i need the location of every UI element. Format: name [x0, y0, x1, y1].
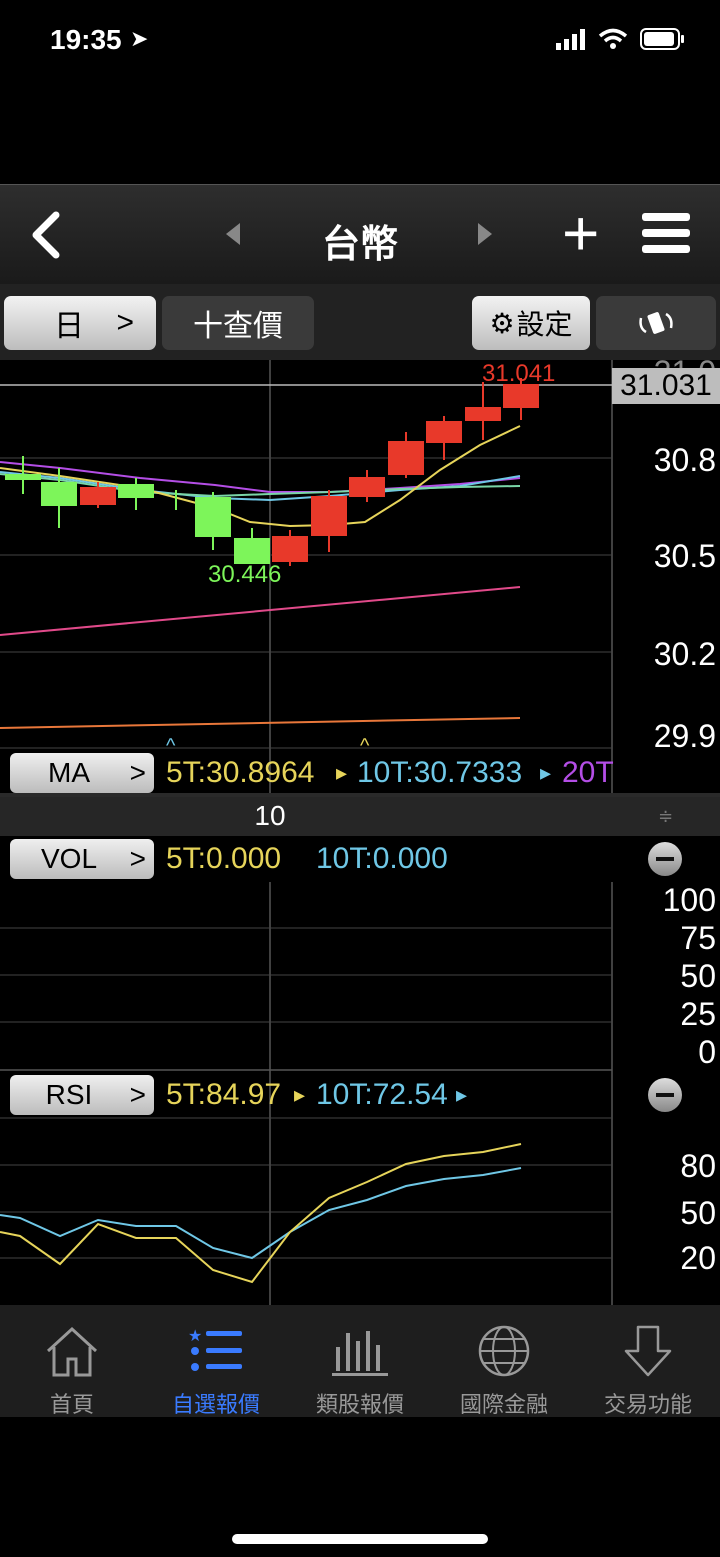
tab-home[interactable]: 首頁	[0, 1305, 144, 1417]
wifi-icon	[598, 28, 628, 49]
candle	[195, 497, 231, 537]
price-axis-label: 30.8	[653, 442, 716, 478]
vol-label: VOL	[40, 843, 98, 874]
gear-icon: ⚙	[489, 307, 515, 339]
vol-axis-label: 0	[698, 1034, 716, 1070]
candle	[426, 421, 462, 443]
hamburger-menu-icon[interactable]	[642, 213, 690, 259]
candle	[465, 407, 501, 421]
last-price-tag: 31.031	[612, 368, 720, 404]
home-indicator[interactable]	[232, 1534, 488, 1544]
add-plus-icon[interactable]: +	[562, 201, 599, 265]
chevron-right-icon: >	[116, 306, 134, 339]
rotate-icon	[639, 312, 673, 334]
rsi10-value: 10T:72.54	[316, 1078, 448, 1111]
drag-handle-icon[interactable]: ≑	[658, 806, 673, 827]
vol10-value: 10T:0.000	[316, 842, 448, 875]
rsi-indicator-row: RSI > 5T:84.97 ▸ 10T:72.54 ▸	[0, 1072, 720, 1118]
ma-indicator-row: MA > 5T:30.8964 ▸ 10T:30.7333 ▸ 20T	[0, 750, 720, 796]
chevron-right-icon: >	[129, 843, 146, 874]
nav-title: 台幣	[321, 224, 398, 266]
globe-icon	[478, 1325, 530, 1377]
ma10-value: 10T:30.7333	[357, 756, 523, 789]
candle	[5, 474, 41, 480]
rsi10-arrow-icon: ▸	[456, 1082, 468, 1107]
candle	[349, 477, 385, 497]
candle	[311, 496, 347, 536]
price-chart-svg: ^ ^	[0, 360, 720, 1305]
ma60-line	[0, 586, 521, 636]
status-icons	[556, 28, 686, 50]
ma20-value: 20T	[562, 756, 614, 789]
rsi5-arrow-icon: ▸	[294, 1082, 306, 1107]
previous-item-icon[interactable]	[226, 223, 240, 245]
home-icon	[46, 1326, 98, 1377]
bar-chart-icon	[332, 1331, 388, 1376]
chart-area[interactable]: ^ ^ 31.0 30.8 30.5 30.2 29.9 31.031 31.0…	[0, 354, 720, 1305]
period-selector-button[interactable]: 日 >	[4, 296, 156, 350]
watchlist-icon: ★	[188, 1326, 242, 1371]
remove-rsi-icon[interactable]	[648, 1078, 682, 1112]
tab-label: 首頁	[49, 1392, 94, 1417]
price-axis-label: 30.5	[653, 538, 716, 574]
vol5-value: 5T:0.000	[166, 842, 282, 875]
settings-button[interactable]: ⚙ 設定	[472, 296, 590, 350]
status-time: 19:35	[50, 24, 122, 55]
tab-international[interactable]: 國際金融	[432, 1305, 576, 1417]
ma120-line	[0, 717, 521, 729]
chevron-right-icon: >	[129, 1079, 146, 1110]
tab-label: 類股報價	[315, 1392, 404, 1417]
candle	[41, 482, 77, 506]
ma10-arrow-icon: ▸	[540, 760, 552, 785]
next-item-icon[interactable]	[478, 223, 492, 245]
candle	[118, 484, 154, 498]
tab-trade[interactable]: 交易功能	[576, 1305, 720, 1417]
rsi-selector-button[interactable]: RSI >	[10, 1075, 154, 1115]
remove-vol-icon[interactable]	[648, 842, 682, 876]
price-axis-label: 30.2	[653, 636, 716, 672]
tab-label: 交易功能	[603, 1392, 692, 1417]
status-bar: 19:35 ➤	[0, 0, 720, 80]
period-label: 日	[54, 310, 84, 343]
query-price-button[interactable]: 十查價	[162, 296, 314, 350]
high-price-label: 31.041	[482, 360, 556, 387]
bottom-tab-bar: 首頁 ★ 自選報價 類股報價 國際金融 交易功能	[0, 1305, 720, 1417]
rotate-screen-button[interactable]	[596, 296, 716, 350]
tab-watchlist[interactable]: ★ 自選報價	[144, 1305, 288, 1417]
rsi-axis-label: 80	[680, 1148, 716, 1184]
ma-label: MA	[48, 757, 90, 788]
location-arrow-icon: ➤	[130, 26, 149, 51]
chart-toolbar: 日 > 十查價 ⚙ 設定	[0, 284, 720, 360]
candle	[388, 441, 424, 475]
ma5-value: 5T:30.8964	[166, 756, 315, 789]
ma-selector-button[interactable]: MA >	[10, 753, 154, 793]
rsi-label: RSI	[45, 1079, 93, 1110]
tab-label: 自選報價	[171, 1392, 260, 1417]
settings-label: 設定	[516, 309, 573, 340]
trade-arrow-icon	[624, 1325, 672, 1377]
ma5-arrow-icon: ▸	[336, 760, 348, 785]
candle	[80, 487, 116, 505]
rsi-axis-label: 50	[680, 1195, 716, 1231]
vol-axis-label: 25	[680, 996, 716, 1032]
svg-text:★: ★	[188, 1326, 202, 1345]
vol-axis-label: 50	[680, 958, 716, 994]
vol-axis-label: 75	[680, 920, 716, 956]
rsi5-value: 5T:84.97	[166, 1078, 282, 1111]
tab-label: 國際金融	[459, 1392, 548, 1417]
nav-bar: 台幣 +	[0, 184, 720, 284]
candle	[272, 536, 308, 562]
battery-icon	[640, 28, 684, 50]
vol-axis-label: 100	[662, 882, 716, 918]
rsi-axis-label: 20	[680, 1240, 716, 1276]
back-chevron-icon[interactable]	[22, 205, 72, 265]
cellular-signal-icon	[556, 29, 585, 50]
vol-selector-button[interactable]: VOL >	[10, 839, 154, 879]
divider-label: 10	[254, 800, 286, 831]
vol-indicator-row: VOL > 5T:0.000 10T:0.000	[0, 836, 720, 882]
low-price-label: 30.446	[208, 561, 282, 588]
tab-sector-quotes[interactable]: 類股報價	[288, 1305, 432, 1417]
chevron-right-icon: >	[129, 757, 146, 788]
